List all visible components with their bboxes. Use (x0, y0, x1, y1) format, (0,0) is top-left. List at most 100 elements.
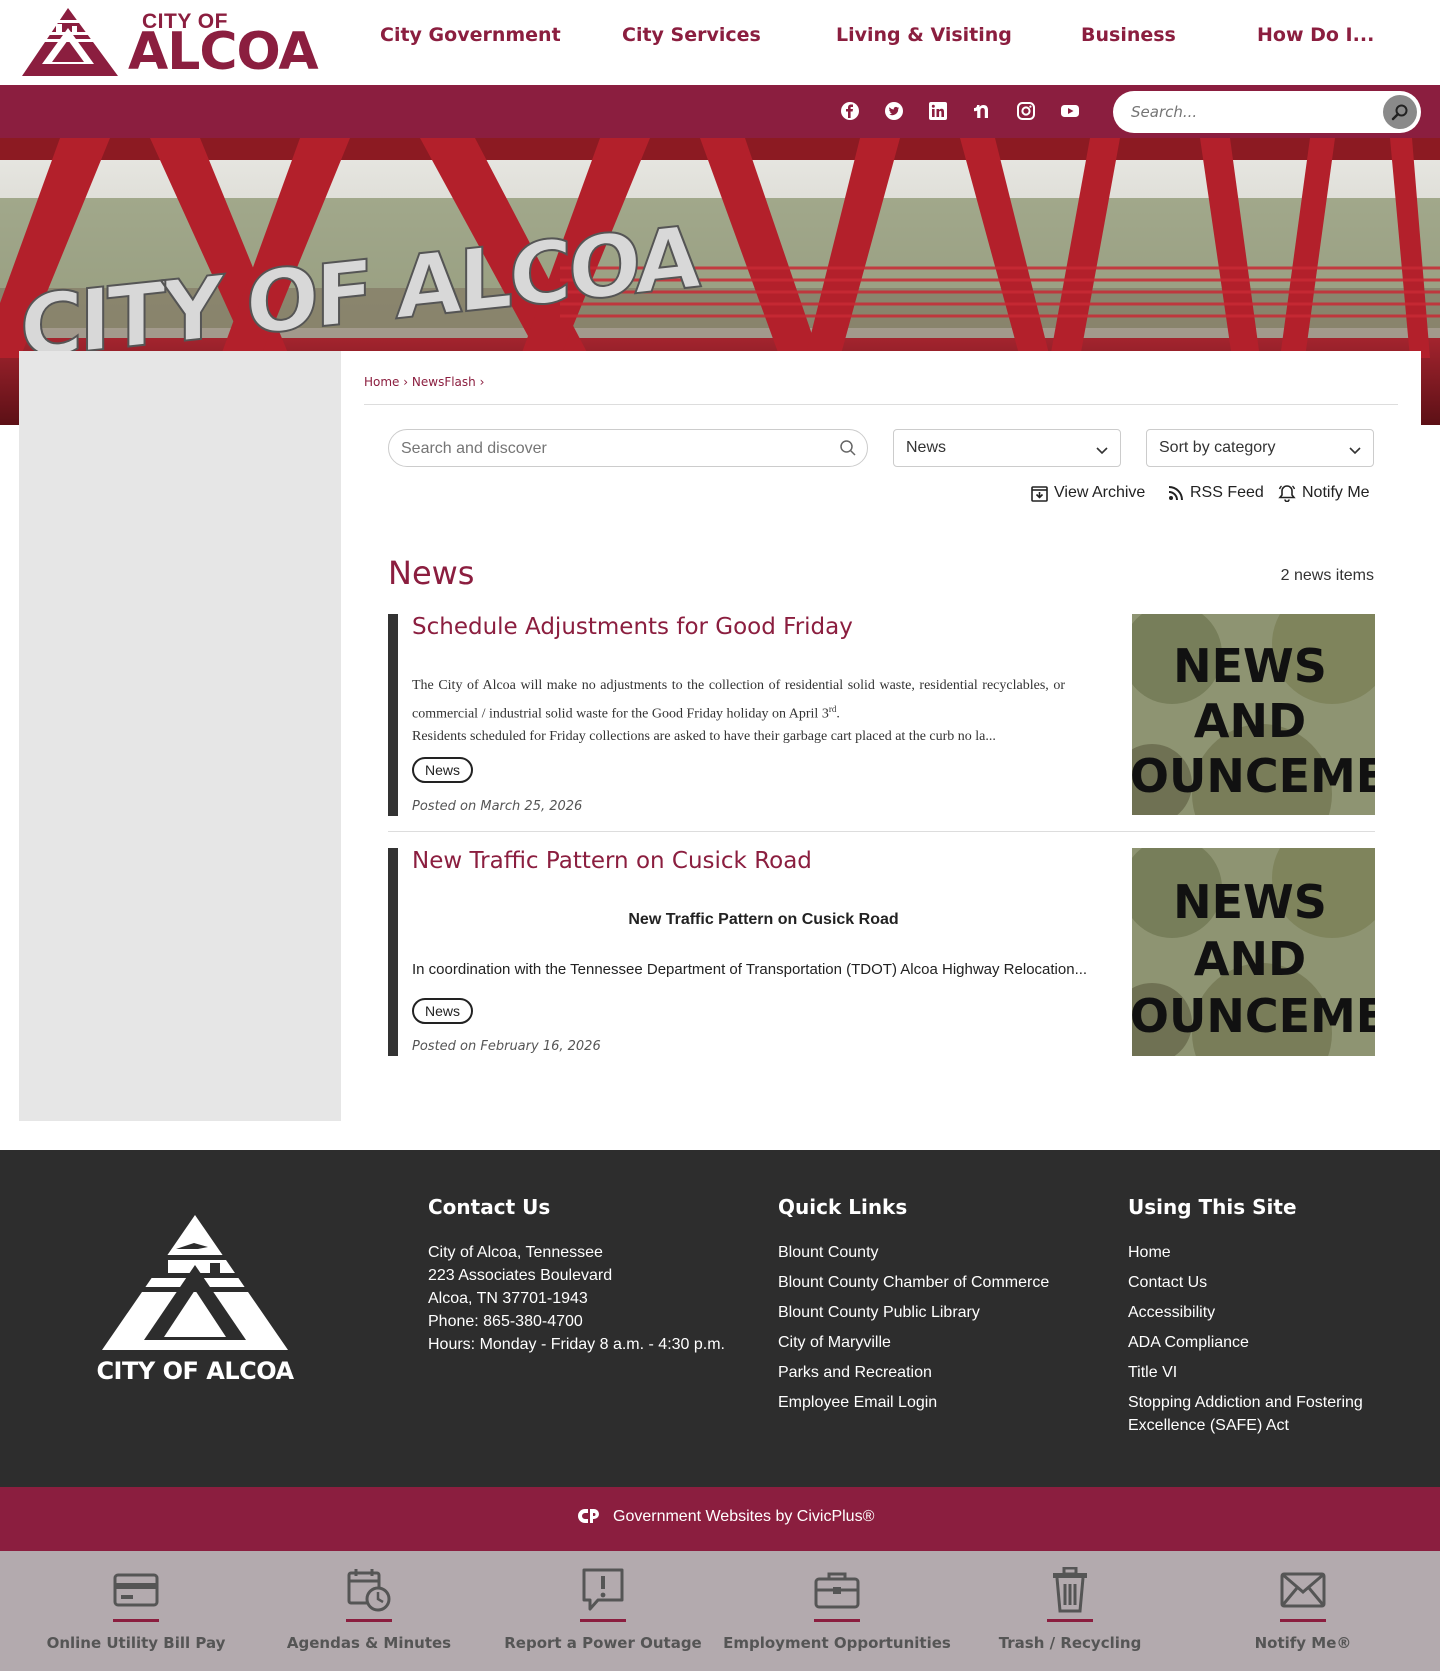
sort-dropdown[interactable]: Sort by category (1146, 429, 1374, 467)
quicklink-utility-bill-pay[interactable]: Online Utility Bill Pay (16, 1551, 256, 1671)
quick-links-bar: Online Utility Bill Pay Agendas & Minute… (0, 1551, 1440, 1671)
quicklink-underline (580, 1619, 626, 1622)
footer-link[interactable]: Blount County Chamber of Commerce (778, 1271, 1049, 1294)
news-item-title[interactable]: Schedule Adjustments for Good Friday (412, 614, 853, 640)
news-item-date: Posted on February 16, 2026 (412, 1039, 601, 1054)
linkedin-icon[interactable] (924, 97, 952, 125)
thumb-text: AND (1194, 932, 1306, 986)
news-item-summary-text: The City of Alcoa will make no adjustmen… (412, 678, 1065, 722)
civicplus-logo-icon (576, 1507, 602, 1529)
quicklink-notify-me[interactable]: Notify Me® (1183, 1551, 1423, 1671)
footer-logo[interactable]: CITY OF ALCOA (88, 1215, 302, 1385)
footer-using-site: Using This Site Home Contact Us Accessib… (1128, 1195, 1388, 1444)
quicklink-report-power-outage[interactable]: Report a Power Outage (483, 1551, 723, 1671)
footer-quick-links: Quick Links Blount County Blount County … (778, 1195, 1049, 1421)
footer-link[interactable]: Parks and Recreation (778, 1361, 1049, 1384)
rss-icon (1168, 485, 1184, 501)
footer-link[interactable]: Blount County (778, 1241, 1049, 1264)
news-item-thumbnail[interactable]: NEWS AND IOUNCEME (1132, 614, 1375, 815)
category-dropdown-value: News (906, 439, 947, 456)
news-item-summary-text-2: Residents scheduled for Friday collectio… (412, 728, 996, 744)
civicplus-link[interactable]: Government Websites by CivicPlus® (613, 1508, 874, 1526)
breadcrumb-separator: › (479, 375, 485, 389)
footer-link[interactable]: Stopping Addiction and Fostering Excelle… (1128, 1391, 1388, 1437)
breadcrumb-divider (364, 404, 1398, 405)
contact-line: Phone: 865-380-4700 (428, 1313, 583, 1330)
footer-contact: Contact Us City of Alcoa, Tennessee 223 … (428, 1195, 725, 1356)
footer-using-site-heading: Using This Site (1128, 1195, 1297, 1219)
site-search-input[interactable] (1131, 100, 1361, 124)
news-category-tag[interactable]: News (412, 757, 474, 783)
archive-icon (1031, 485, 1048, 502)
view-archive-link[interactable]: View Archive (1031, 484, 1145, 502)
notify-me-label: Notify Me (1302, 484, 1370, 501)
youtube-icon[interactable] (1056, 97, 1084, 125)
quicklink-label: Trash / Recycling (998, 1634, 1142, 1652)
nav-living-visiting[interactable]: Living & Visiting (836, 24, 1081, 46)
twitter-icon[interactable] (880, 97, 908, 125)
left-sidebar (19, 351, 341, 1121)
category-dropdown[interactable]: News (893, 429, 1121, 467)
chevron-down-icon (1096, 442, 1108, 460)
site-search-button[interactable] (1383, 95, 1417, 129)
quicklink-agendas-minutes[interactable]: Agendas & Minutes (249, 1551, 489, 1671)
footer-link[interactable]: Blount County Public Library (778, 1301, 1049, 1324)
news-item-thumbnail[interactable]: NEWS AND IOUNCEME (1132, 848, 1375, 1056)
footer-link[interactable]: Accessibility (1128, 1301, 1388, 1324)
logo-alcoa-text: ALCOA (128, 22, 319, 82)
footer-link[interactable]: ADA Compliance (1128, 1331, 1388, 1354)
news-heading: News (388, 554, 475, 592)
news-item-divider (388, 831, 1375, 832)
quicklink-underline (1047, 1619, 1093, 1622)
calendar-clock-icon (344, 1565, 394, 1615)
breadcrumb-home[interactable]: Home (364, 375, 399, 389)
quicklink-label: Report a Power Outage (504, 1634, 702, 1652)
news-item-accent-bar (388, 614, 398, 816)
quicklink-trash-recycling[interactable]: Trash / Recycling (950, 1551, 1190, 1671)
trash-icon (1045, 1565, 1095, 1615)
contact-line: 223 Associates Boulevard (428, 1267, 613, 1284)
site-footer: CITY OF ALCOA Contact Us City of Alcoa, … (0, 1150, 1440, 1487)
city-logo[interactable]: CITY OF ALCOA (20, 6, 320, 82)
footer-link[interactable]: Contact Us (1128, 1271, 1388, 1294)
search-icon[interactable] (839, 439, 857, 461)
footer-quick-links-heading: Quick Links (778, 1195, 908, 1219)
nextdoor-icon[interactable] (968, 97, 996, 125)
quicklink-label: Notify Me® (1254, 1634, 1352, 1652)
footer-link[interactable]: Employee Email Login (778, 1391, 1049, 1414)
footer-link[interactable]: Title VI (1128, 1361, 1388, 1384)
thumb-text: IOUNCEME (1132, 989, 1375, 1043)
breadcrumb-newsflash[interactable]: NewsFlash (412, 375, 476, 389)
thumb-text: AND (1194, 694, 1306, 748)
nav-business[interactable]: Business (1081, 24, 1257, 46)
news-item-ordinal: rd (828, 703, 837, 714)
news-category-tag[interactable]: News (412, 998, 474, 1024)
quicklink-employment-opportunities[interactable]: Employment Opportunities (717, 1551, 957, 1671)
breadcrumb: Home › NewsFlash › (364, 375, 484, 389)
footer-link[interactable]: Home (1128, 1241, 1388, 1264)
notify-me-link[interactable]: Notify Me (1278, 484, 1370, 502)
contact-line: Alcoa, TN 37701-1943 (428, 1290, 588, 1307)
social-links (836, 97, 1100, 125)
news-item-title[interactable]: New Traffic Pattern on Cusick Road (412, 848, 812, 874)
news-item-subheading: New Traffic Pattern on Cusick Road (628, 911, 899, 928)
sort-dropdown-value: Sort by category (1159, 439, 1276, 456)
main-content: Home › NewsFlash › News Sort by category… (341, 351, 1421, 1121)
facebook-icon[interactable] (836, 97, 864, 125)
quicklink-underline (814, 1619, 860, 1622)
rss-feed-link[interactable]: RSS Feed (1168, 484, 1264, 502)
quicklink-label: Employment Opportunities (723, 1634, 951, 1652)
chevron-down-icon (1349, 442, 1361, 460)
quicklink-label: Agendas & Minutes (286, 1634, 452, 1652)
main-nav: City Government City Services Living & V… (380, 24, 1377, 46)
footer-link[interactable]: City of Maryville (778, 1331, 1049, 1354)
instagram-icon[interactable] (1012, 97, 1040, 125)
news-count: 2 news items (1280, 567, 1374, 584)
nav-how-do-i[interactable]: How Do I... (1257, 24, 1377, 46)
nav-city-government[interactable]: City Government (380, 24, 622, 46)
alcoa-mountain-logo-icon (102, 1215, 288, 1350)
nav-city-services[interactable]: City Services (622, 24, 836, 46)
envelope-icon (1278, 1565, 1328, 1615)
news-search-input[interactable] (401, 438, 821, 460)
thumb-text: IOUNCEME (1132, 749, 1375, 803)
